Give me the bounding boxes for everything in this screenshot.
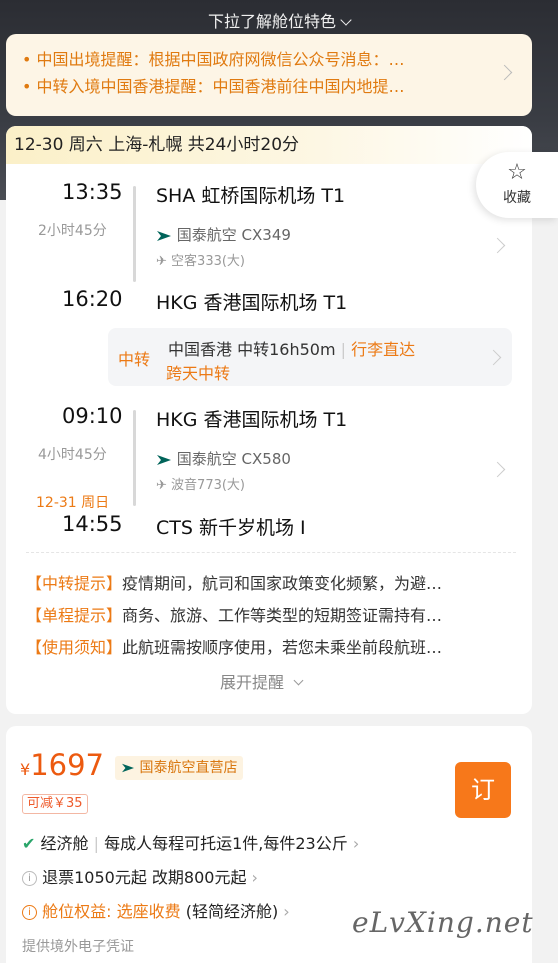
flight-duration: 4小时45分	[38, 447, 107, 463]
arrival-date: 12-31 周日	[36, 495, 110, 511]
departure-airport: HKG 香港国际机场 T1	[156, 409, 348, 431]
timeline	[133, 410, 136, 506]
arrival-airport: HKG 香港国际机场 T1	[156, 292, 348, 314]
tip-text: 此航班需按顺序使用，若您未乘坐前段航班…	[122, 638, 443, 657]
perk-value: 选座收费	[116, 902, 181, 921]
currency-symbol: ¥	[20, 760, 31, 779]
plane-icon: ✈	[156, 478, 167, 493]
chevron-right-icon[interactable]	[489, 461, 506, 478]
transfer-detail: 中国香港 中转16h50m | 行李直达	[168, 336, 415, 360]
departure-time: 09:10	[62, 404, 123, 428]
chevron-right-icon: ›	[352, 834, 360, 853]
cathay-logo-icon	[122, 763, 134, 773]
info-icon: i	[22, 905, 37, 920]
arrival-time: 16:20	[62, 287, 123, 311]
overnight-transfer: 跨天中转	[166, 364, 231, 383]
airline-flight: 国泰航空 CX580	[176, 450, 291, 468]
expand-tips-button[interactable]: 展开提醒	[220, 669, 304, 693]
timeline	[133, 186, 136, 282]
refund-row[interactable]: i 退票1050元起 改期800元起 ›	[22, 864, 258, 888]
chevron-right-icon	[496, 64, 513, 81]
airline-info: 国泰航空 CX580	[156, 448, 291, 469]
transfer-tag: 中转	[118, 350, 151, 369]
chevron-down-icon	[340, 14, 352, 26]
airline-info: 国泰航空 CX349	[156, 224, 291, 245]
trip-summary: 12-30 周六 上海-札幌 共24小时20分	[6, 126, 532, 164]
star-outline-icon: ☆	[507, 160, 527, 185]
transfer-info[interactable]: 中转 中国香港 中转16h50m | 行李直达 跨天中转	[108, 328, 512, 386]
tip-row[interactable]: 【使用须知】此航班需按顺序使用，若您未乘坐前段航班…	[26, 634, 518, 658]
cathay-logo-icon	[157, 230, 171, 241]
baggage-through: 行李直达	[351, 340, 416, 359]
airline-flight: 国泰航空 CX349	[176, 226, 291, 244]
perk-row[interactable]: i 舱位权益: 选座收费 (轻简经济舱) ›	[22, 898, 290, 922]
favorite-button[interactable]: ☆ 收藏	[476, 152, 558, 218]
notice-line: • 中国出境提醒：根据中国政府网微信公众号消息：…	[22, 50, 405, 69]
refund-text: 退票1050元起 改期800元起	[42, 868, 247, 887]
plane-icon: ✈	[156, 254, 167, 269]
store-badge[interactable]: 国泰航空直营店	[115, 756, 244, 780]
cabin-row[interactable]: ✔ 经济舱 | 每成人每程可托运1件,每件23公斤 ›	[22, 830, 359, 854]
site-watermark: eLvXing.net	[352, 906, 534, 939]
price-value: 1697	[30, 748, 104, 782]
arrival-time: 14:55	[62, 512, 123, 536]
expand-label: 展开提醒	[220, 673, 285, 692]
divider: |	[93, 834, 99, 853]
perk-note: (轻简经济舱)	[185, 902, 279, 921]
discount-badge: 可减￥35	[22, 794, 88, 814]
tip-text: 疫情期间，航司和国家政策变化频繁，为避…	[122, 574, 443, 593]
aircraft-type: 波音773(大)	[171, 478, 246, 493]
aircraft-info: ✈ 空客333(大)	[156, 250, 245, 269]
divider: |	[340, 340, 352, 359]
baggage-rule: 每成人每程可托运1件,每件23公斤	[104, 834, 348, 853]
chevron-right-icon: ›	[251, 868, 258, 887]
arrival-airport: CTS 新千岁机场 I	[156, 517, 306, 539]
book-button[interactable]: 订	[455, 762, 511, 818]
tip-text: 商务、旅游、工作等类型的短期签证需持有…	[122, 606, 443, 625]
store-name: 国泰航空直营店	[139, 760, 238, 776]
transfer-location: 中国香港 中转16h50m	[168, 340, 336, 359]
departure-airport: SHA 虹桥国际机场 T1	[156, 185, 346, 207]
tip-row[interactable]: 【中转提示】疫情期间，航司和国家政策变化频繁，为避…	[26, 570, 518, 594]
tip-tag: 【单程提示】	[26, 606, 123, 625]
itinerary-card: 12-30 周六 上海-札幌 共24小时20分 13:35 SHA 虹桥国际机场…	[6, 126, 532, 714]
divider	[26, 552, 516, 553]
notice-banner[interactable]: • 中国出境提醒：根据中国政府网微信公众号消息：… • 中转入境中国香港提醒：中…	[6, 34, 532, 116]
chevron-right-icon[interactable]	[489, 237, 506, 254]
voucher-note: 提供境外电子凭证	[22, 939, 134, 955]
flight-duration: 2小时45分	[38, 223, 107, 239]
aircraft-info: ✈ 波音773(大)	[156, 474, 245, 493]
cathay-logo-icon	[157, 454, 171, 465]
departure-time: 13:35	[62, 180, 123, 204]
tip-row[interactable]: 【单程提示】商务、旅游、工作等类型的短期签证需持有…	[26, 602, 518, 626]
price: ¥1697	[20, 748, 104, 782]
pulldown-label: 下拉了解舱位特色	[207, 12, 336, 31]
tip-tag: 【使用须知】	[26, 638, 123, 657]
perk-label: 舱位权益:	[42, 902, 112, 921]
cabin-class: 经济舱	[40, 834, 89, 853]
chevron-right-icon	[485, 349, 502, 366]
tip-tag: 【中转提示】	[26, 574, 123, 593]
aircraft-type: 空客333(大)	[171, 254, 246, 269]
favorite-label: 收藏	[503, 190, 531, 206]
pulldown-hint[interactable]: 下拉了解舱位特色	[0, 8, 558, 32]
notice-line: • 中转入境中国香港提醒：中国香港前往中国内地提…	[22, 77, 405, 96]
chevron-down-icon	[293, 675, 304, 686]
chevron-right-icon: ›	[283, 902, 290, 921]
info-icon: i	[22, 871, 37, 886]
check-icon: ✔	[22, 834, 36, 853]
